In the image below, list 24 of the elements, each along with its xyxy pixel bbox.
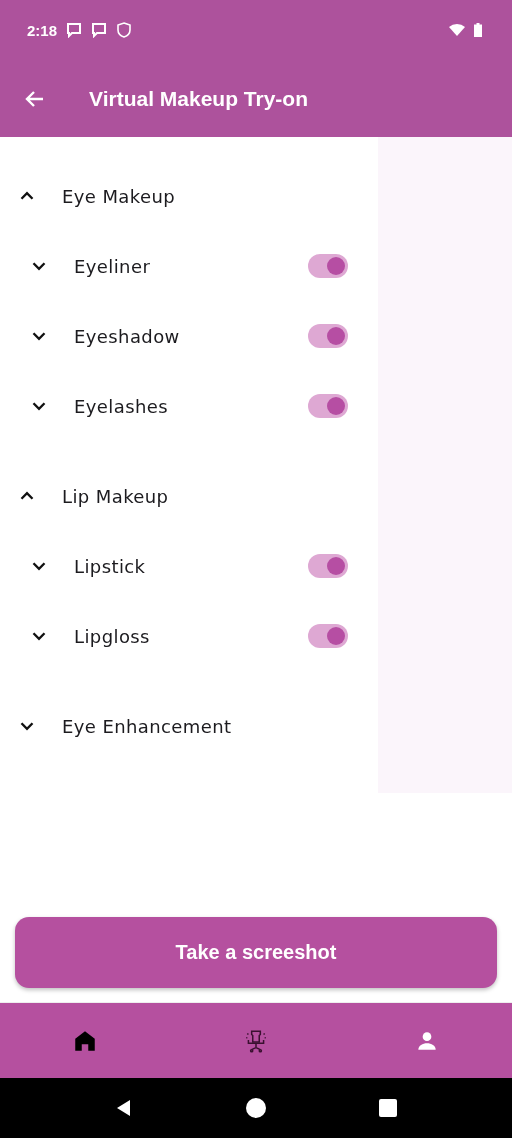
item-title[interactable]: Lipstick (74, 555, 146, 577)
wifi-icon (449, 22, 465, 38)
toggle-switch[interactable] (308, 254, 348, 278)
page-title: Virtual Makeup Try-on (89, 86, 308, 111)
item-title[interactable]: Eyelashes (74, 395, 168, 417)
item-title[interactable]: Lipgloss (74, 625, 150, 647)
toggle-switch[interactable] (308, 624, 348, 648)
battery-icon (474, 23, 482, 37)
section-title[interactable]: Eye Enhancement (62, 715, 232, 737)
shield-icon (116, 22, 133, 38)
toggle-switch[interactable] (308, 554, 348, 578)
toggle-switch[interactable] (308, 324, 348, 348)
home-nav-icon[interactable] (246, 1098, 266, 1118)
toggle-switch[interactable] (308, 394, 348, 418)
message-icon (66, 22, 83, 38)
screenshot-button[interactable]: Take a screeshot (15, 917, 497, 988)
chair-icon[interactable] (243, 1027, 269, 1054)
status-time: 2:18 (27, 21, 58, 39)
section-title[interactable]: Lip Makeup (62, 485, 169, 507)
recents-icon[interactable] (378, 1098, 398, 1118)
item-title[interactable]: Eyeshadow (74, 325, 180, 347)
section-title[interactable]: Eye Makeup (62, 185, 176, 207)
message-icon (91, 22, 108, 38)
item-title[interactable]: Eyeliner (74, 255, 151, 277)
